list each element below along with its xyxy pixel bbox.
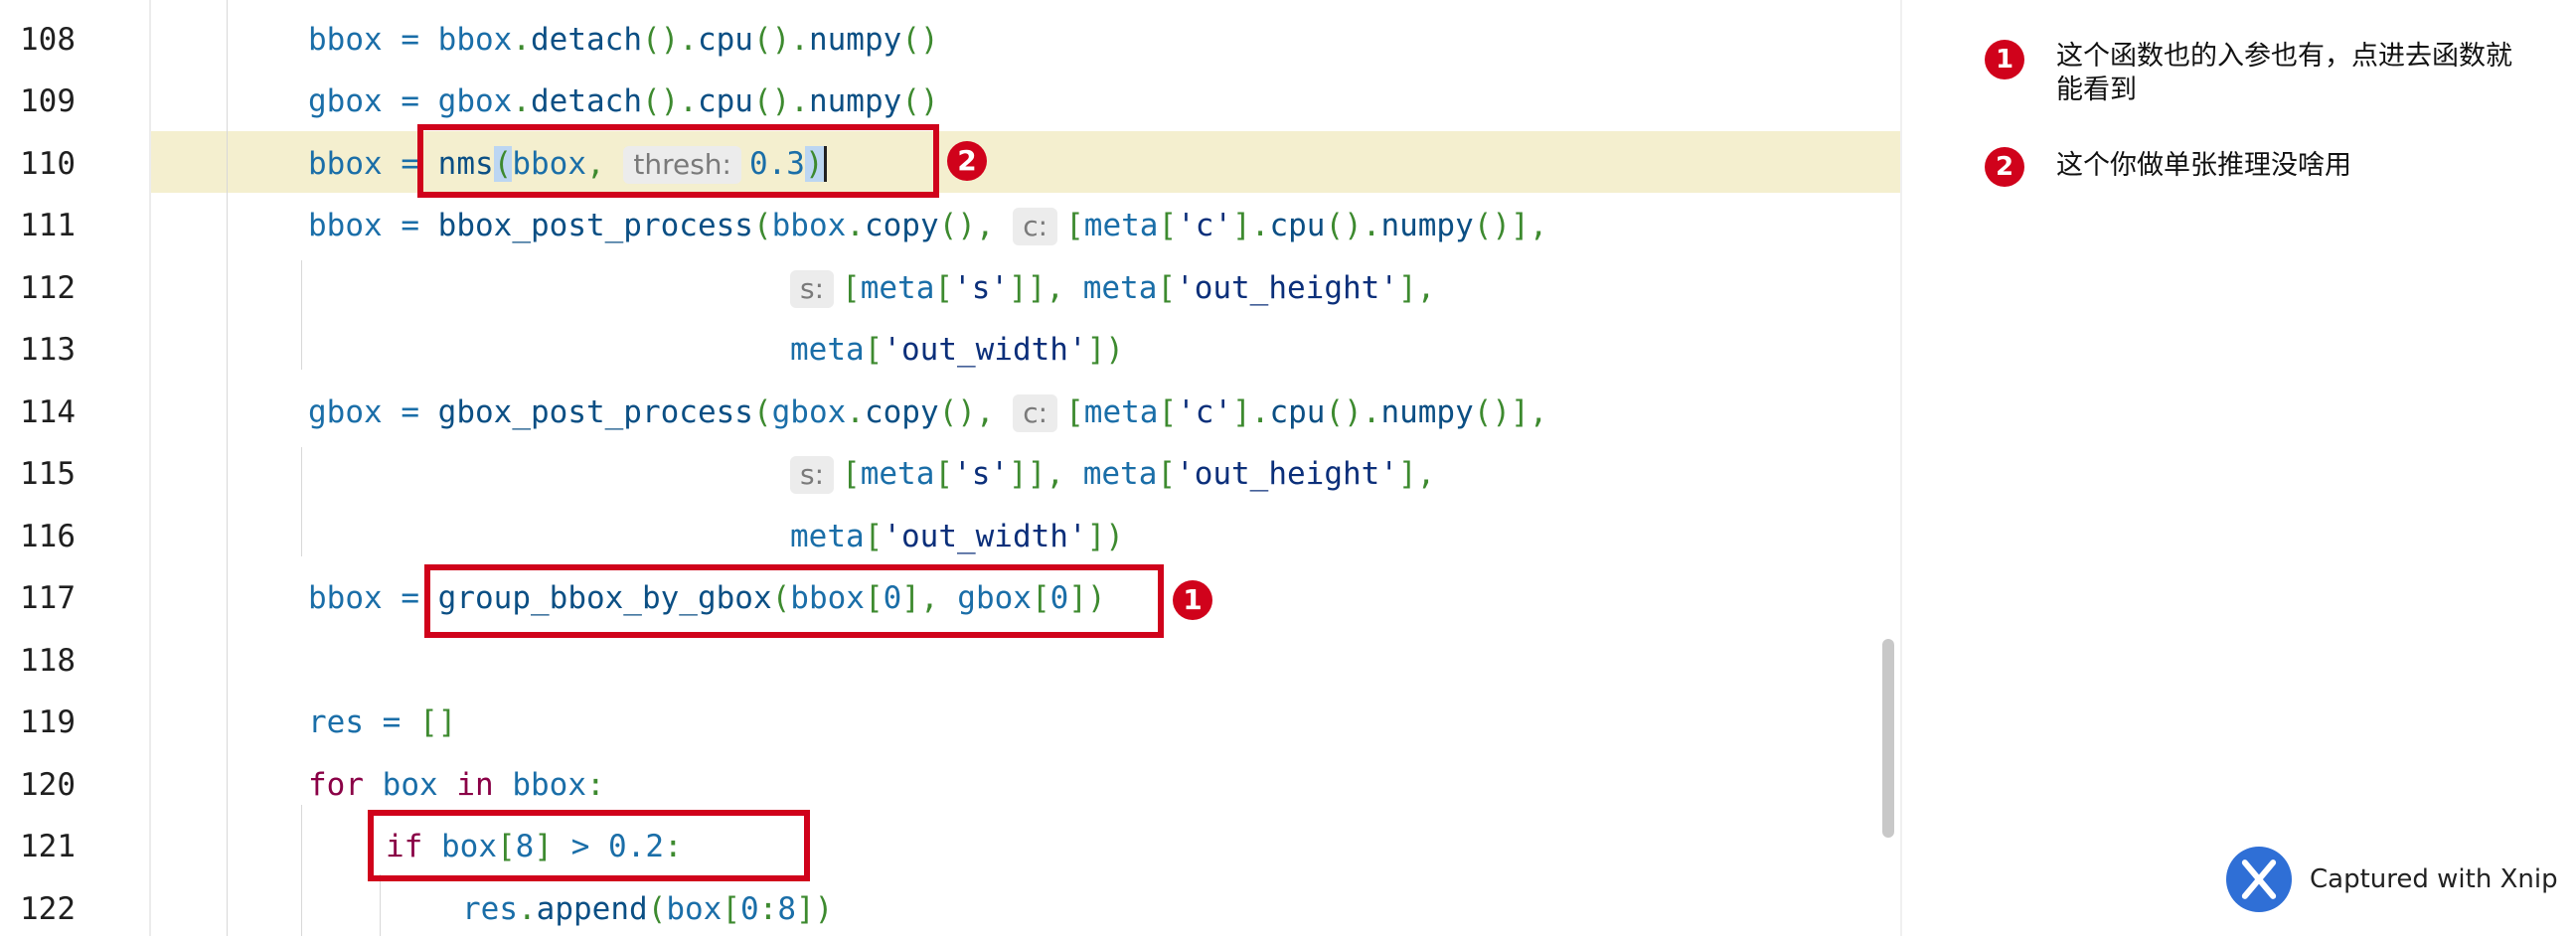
annotation-box-nms	[417, 124, 939, 198]
code-line-108[interactable]: bbox = bbox.detach().cpu().numpy()	[308, 20, 939, 60]
line-number: 118	[20, 643, 76, 679]
line-number: 115	[20, 456, 76, 492]
param-hint-s: s:	[790, 270, 835, 308]
line-number: 119	[20, 704, 76, 740]
code-line-113[interactable]: meta['out_width'])	[790, 330, 1124, 370]
note-badge-2: 2	[1985, 147, 2024, 187]
indent-guide	[301, 447, 302, 556]
indent-guide	[227, 0, 228, 936]
xnip-logo-icon	[2226, 847, 2292, 912]
annotation-box-group-bbox	[424, 564, 1164, 638]
line-number: 121	[20, 829, 76, 864]
line-number: 113	[20, 332, 76, 368]
code-line-120[interactable]: for box in bbox:	[308, 765, 605, 805]
line-number: 120	[20, 767, 76, 803]
annotation-notes-panel: 1 这个函数也的入参也有，点进去函数就能看到 2 这个你做单张推理没啥用	[1900, 0, 2576, 936]
code-editor[interactable]: 108 109 110 111 112 113 114 115 116 117 …	[0, 0, 1900, 936]
note-badge-1: 1	[1985, 40, 2024, 79]
indent-guide	[301, 260, 302, 370]
note-1: 这个函数也的入参也有，点进去函数就能看到	[2056, 41, 2512, 105]
line-number: 111	[20, 208, 76, 243]
annotation-box-if	[368, 810, 810, 881]
note-2: 这个你做单张推理没啥用	[2056, 150, 2351, 181]
code-line-112[interactable]: s: [meta['s']], meta['out_height'],	[790, 268, 1435, 308]
line-number: 117	[20, 580, 76, 616]
annotation-badge-1: 1	[1173, 580, 1212, 620]
param-hint-s: s:	[790, 456, 835, 494]
line-number: 108	[20, 22, 76, 58]
code-line-119[interactable]: res = []	[308, 702, 456, 742]
code-line-114[interactable]: gbox = gbox_post_process(gbox.copy(), c:…	[308, 392, 1547, 432]
line-number: 122	[20, 891, 76, 927]
indent-guide	[301, 805, 302, 936]
code-line-122[interactable]: res.append(box[0:8])	[462, 889, 833, 929]
xnip-watermark: Captured with Xnip	[2226, 845, 2558, 914]
xnip-watermark-text: Captured with Xnip	[2310, 864, 2558, 894]
code-line-109[interactable]: gbox = gbox.detach().cpu().numpy()	[308, 81, 939, 121]
param-hint-c: c:	[1013, 394, 1058, 432]
line-number: 109	[20, 83, 76, 119]
code-line-115[interactable]: s: [meta['s']], meta['out_height'],	[790, 454, 1435, 494]
param-hint-c: c:	[1013, 208, 1058, 245]
code-line-111[interactable]: bbox = bbox_post_process(bbox.copy(), c:…	[308, 206, 1547, 245]
line-number: 114	[20, 394, 76, 430]
line-number-gutter: 108 109 110 111 112 113 114 115 116 117 …	[0, 0, 151, 936]
line-number: 112	[20, 270, 76, 306]
code-line-116[interactable]: meta['out_width'])	[790, 517, 1124, 556]
line-number: 116	[20, 519, 76, 554]
line-number: 110	[20, 146, 76, 182]
indent-guide	[380, 874, 381, 936]
annotation-badge-2: 2	[947, 141, 987, 181]
scrollbar-thumb[interactable]	[1882, 639, 1894, 838]
